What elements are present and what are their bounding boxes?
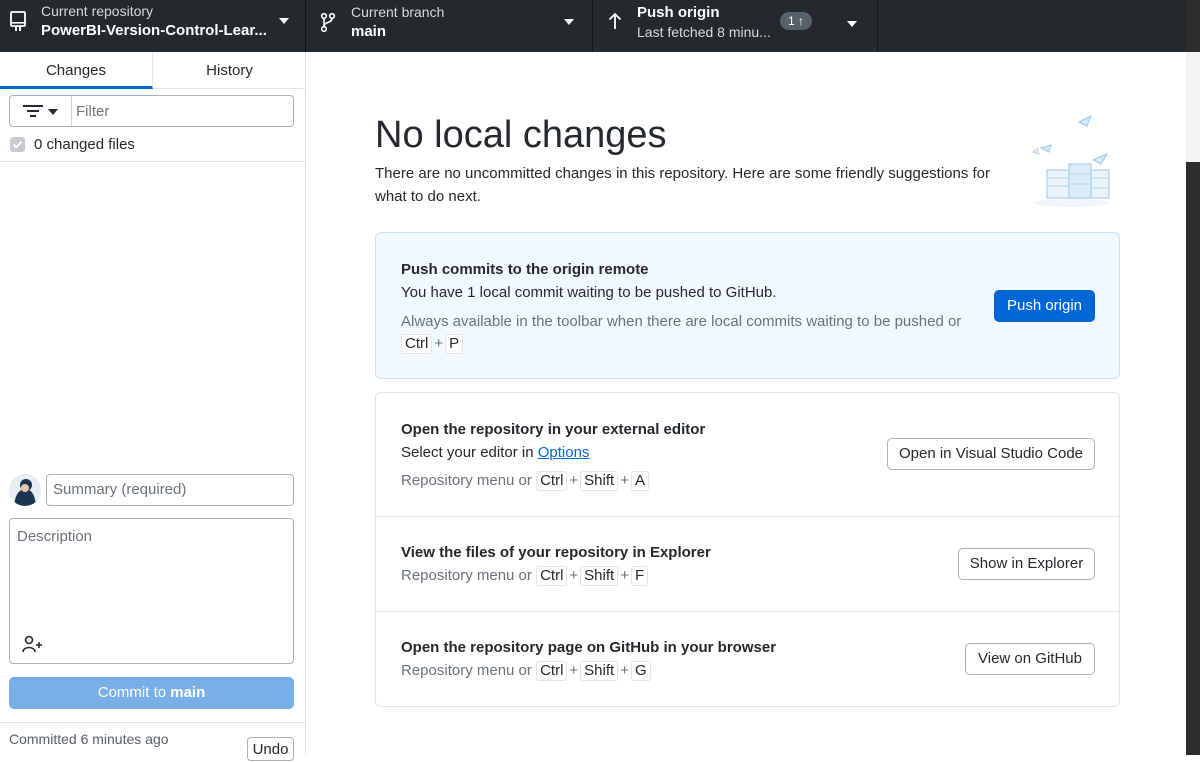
changes-sidebar: Changes History 0 changed files — [0, 52, 306, 761]
current-repository-label: Current repository — [41, 3, 154, 19]
commit-button[interactable]: Commit to main — [9, 677, 294, 709]
filter-box — [9, 95, 294, 127]
key-a: A — [630, 471, 649, 491]
options-link[interactable]: Options — [538, 444, 590, 461]
committed-time-text: Committed 6 minutes ago — [9, 731, 169, 747]
add-coauthor-icon[interactable] — [22, 635, 44, 653]
branch-icon — [320, 12, 336, 33]
checkmark-icon — [12, 140, 23, 149]
github-row-title: Open the repository page on GitHub in yo… — [401, 639, 777, 656]
show-in-explorer-button[interactable]: Show in Explorer — [958, 548, 1095, 580]
current-repository-name: PowerBI-Version-Control-Lear... — [41, 22, 267, 39]
current-branch-button[interactable]: Current branch main — [306, 0, 593, 52]
undo-button[interactable]: Undo — [247, 737, 294, 761]
caret-down-icon — [48, 109, 58, 115]
github-row-hint: Repository menu or — [401, 662, 532, 679]
sidebar-tabs: Changes History — [0, 52, 306, 89]
commit-button-branch: main — [170, 684, 206, 701]
ahead-count-badge: 1 ↑ — [780, 12, 813, 30]
push-card-text: You have 1 local commit waiting to be pu… — [401, 284, 777, 301]
push-origin-title: Push origin — [637, 4, 720, 21]
repository-icon — [10, 11, 26, 31]
key-shift: Shift — [580, 661, 619, 681]
changed-files-header: 0 changed files — [0, 128, 306, 162]
editor-row-text: Select your editor in Options — [401, 444, 589, 461]
push-suggestion-card: Push commits to the origin remote You ha… — [375, 232, 1120, 379]
page-title: No local changes — [375, 114, 667, 156]
github-row-shortcut: Repository menu or Ctrl + Shift + G — [401, 661, 651, 681]
editor-row-hint: Repository menu or — [401, 472, 532, 489]
view-on-github-button[interactable]: View on GitHub — [965, 643, 1095, 675]
key-ctrl: Ctrl — [536, 566, 568, 586]
chevron-down-icon — [279, 18, 289, 24]
editor-row-shortcut: Repository menu or Ctrl + Shift + A — [401, 471, 649, 491]
filter-input[interactable] — [74, 96, 292, 126]
key-f: F — [630, 566, 649, 586]
github-suggestion-row: Open the repository page on GitHub in yo… — [376, 611, 1119, 706]
explorer-row-hint: Repository menu or — [401, 567, 532, 584]
tab-history[interactable]: History — [153, 52, 306, 89]
push-origin-card-button[interactable]: Push origin — [994, 290, 1095, 322]
key-g: G — [630, 661, 651, 681]
push-card-shortcut: Ctrl + P — [401, 334, 464, 354]
select-all-checkbox[interactable] — [10, 137, 25, 152]
current-branch-label: Current branch — [351, 4, 445, 20]
chevron-down-icon — [847, 21, 857, 27]
explorer-row-title: View the files of your repository in Exp… — [401, 544, 711, 561]
suggestions-card: Open the repository in your external edi… — [375, 392, 1120, 707]
filter-icon — [23, 105, 43, 117]
description-input[interactable]: Description — [9, 518, 294, 664]
commit-button-prefix: Commit to — [97, 684, 167, 701]
no-changes-view: No local changes There are no uncommitte… — [307, 52, 1186, 755]
page-lead-text: There are no uncommitted changes in this… — [375, 165, 991, 205]
current-repository-button[interactable]: Current repository PowerBI-Version-Contr… — [0, 0, 306, 52]
changed-files-count: 0 changed files — [34, 136, 135, 153]
push-origin-button[interactable]: Push origin Last fetched 8 minu... 1 ↑ — [593, 0, 878, 52]
user-avatar-icon — [9, 474, 41, 506]
summary-input[interactable]: Summary (required) — [46, 474, 294, 506]
push-card-hint: Always available in the toolbar when the… — [401, 313, 962, 330]
editor-suggestion-row: Open the repository in your external edi… — [376, 393, 1119, 516]
key-shift: Shift — [580, 566, 619, 586]
last-fetched-text: Last fetched 8 minu... — [637, 24, 771, 40]
paper-planes-illustration-icon — [1032, 114, 1110, 207]
key-p: P — [445, 334, 464, 354]
last-commit-row: Committed 6 minutes ago Undo — [0, 722, 306, 761]
key-ctrl: Ctrl — [536, 471, 568, 491]
background-window-panel — [1186, 52, 1200, 162]
key-ctrl: Ctrl — [536, 661, 568, 681]
toolbar: Current repository PowerBI-Version-Contr… — [0, 0, 1200, 52]
key-shift: Shift — [580, 471, 619, 491]
chevron-down-icon — [564, 19, 574, 25]
push-card-title: Push commits to the origin remote — [401, 261, 649, 278]
key-ctrl: Ctrl — [401, 334, 433, 354]
open-in-editor-button[interactable]: Open in Visual Studio Code — [887, 438, 1095, 470]
toolbar-spacer — [878, 0, 1186, 52]
arrow-up-icon — [608, 12, 622, 29]
explorer-row-shortcut: Repository menu or Ctrl + Shift + F — [401, 566, 649, 586]
explorer-suggestion-row: View the files of your repository in Exp… — [376, 516, 1119, 611]
avatar — [9, 474, 41, 506]
current-branch-name: main — [351, 23, 387, 40]
editor-row-text-prefix: Select your editor in — [401, 444, 534, 461]
filter-options-button[interactable] — [10, 96, 72, 126]
tab-changes[interactable]: Changes — [0, 52, 153, 89]
editor-row-title: Open the repository in your external edi… — [401, 421, 706, 438]
